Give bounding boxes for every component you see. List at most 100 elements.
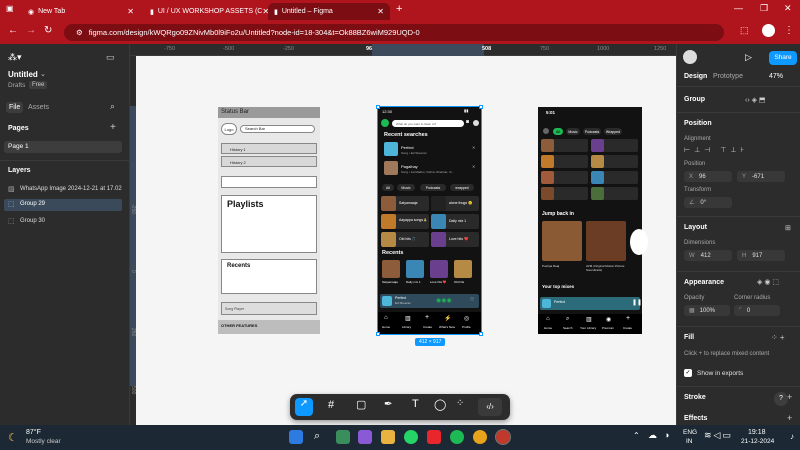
library-icon[interactable]: ▥ [405,315,411,322]
user-avatar[interactable] [683,50,697,64]
notification-bell-icon[interactable]: ♪ [790,432,794,441]
playlist-tile[interactable] [591,187,638,200]
opacity-field[interactable]: ▦ 100% [684,305,730,316]
recent-cover[interactable] [406,260,424,278]
pen-tool-icon[interactable]: ✒ [384,399,392,410]
mini-player[interactable]: Perfect ❚❚ [540,297,642,310]
close-icon[interactable]: ✕ [377,7,384,16]
chrome-icon[interactable] [473,430,487,444]
youtube-icon[interactable] [427,430,441,444]
tab-new-tab[interactable]: ◉ New Tab ✕ [22,3,140,20]
y-field[interactable]: Y -671 [737,171,785,182]
jump-cover[interactable] [542,221,582,261]
selection-actions-icon[interactable]: ‹› ◈ ⬒ [745,96,766,104]
windows-start-icon[interactable] [289,430,303,444]
tab-figma-untitled[interactable]: ▮ Untitled – Figma ✕ [268,3,390,20]
onedrive-icon[interactable]: ◑ [664,430,669,440]
chip-wrapped[interactable]: Wrapped [604,128,622,135]
weather-moon-icon[interactable]: ☾ [8,431,18,444]
copilot-icon[interactable] [358,430,372,444]
x-field[interactable]: X 96 [684,171,732,182]
appearance-actions-icon[interactable]: ◈ ◉ ⬚ [757,278,779,286]
avatar[interactable] [473,120,479,126]
tab-search-icon[interactable]: ▣ [6,4,14,13]
recent-title[interactable]: Pagalhay [401,164,418,169]
profile-icon[interactable]: ◎ [464,315,469,322]
resize-handle[interactable] [479,332,483,336]
playlist-tile[interactable]: Daily mix 1 [431,214,479,229]
selected-phone-frame[interactable]: 12:30 ▮▮ What do you want to listen to? … [377,106,482,335]
auto-layout-icon[interactable]: ⊞ [785,224,791,232]
chip-all[interactable]: All [382,184,394,191]
comment-tool-icon[interactable]: ◯ [434,398,446,411]
wireframe-frame[interactable]: Status Bar Logo Search Bar History 1 His… [218,107,320,334]
chip-wrapped[interactable]: wrapped [450,184,474,191]
figma-menu-icon[interactable]: ⁂▾ [8,52,22,63]
playlist-tile[interactable]: alone thugs 😊 [431,196,479,211]
playlist-tile[interactable] [541,155,588,168]
playlist-tile[interactable]: Aayappa songs🙏 [381,214,429,229]
jump-cover[interactable] [586,221,626,261]
playlist-tile[interactable]: Satyamaaja [381,196,429,211]
selection-type[interactable]: Group [684,96,705,103]
file-title[interactable]: Untitled [8,70,38,79]
text-tool-icon[interactable]: T [412,398,419,410]
file-explorer-icon[interactable] [381,430,395,444]
design-canvas[interactable]: Status Bar Logo Search Bar History 1 His… [136,56,676,425]
playlist-tile[interactable] [541,139,588,152]
add-stroke-icon[interactable]: + [787,392,792,402]
resize-handle[interactable] [376,105,380,109]
bolt-icon[interactable]: ⚡ [444,315,451,322]
whatsapp-icon[interactable] [404,430,418,444]
heart-icon[interactable]: ♡ [470,297,474,303]
zoom-level[interactable]: 47% [769,73,783,80]
new-tab-button[interactable]: + [396,3,402,15]
present-play-icon[interactable]: ▷ [745,52,752,63]
avatar[interactable] [543,128,549,134]
chrome-profile-icon[interactable] [495,429,511,445]
profile-avatar[interactable] [762,24,775,37]
width-field[interactable]: W 412 [684,250,732,261]
create-icon[interactable]: + [626,315,630,322]
playlist-tile[interactable] [541,187,588,200]
panel-toggle-icon[interactable]: ▭ [106,52,115,63]
radius-field[interactable]: ⌜ 0 [734,305,780,316]
clock-time[interactable]: 19:18 [748,429,766,436]
chevron-down-icon[interactable]: ⌄ [40,70,46,78]
wifi-volume-battery-icons[interactable]: ≋◁▭ [704,430,733,441]
layer-item-selected[interactable]: ⬚ Group 29 [4,199,122,211]
resize-handle[interactable] [376,332,380,336]
cloud-icon[interactable]: ☁ [648,430,657,441]
fill-actions-icon[interactable]: ⁘ + [771,333,785,342]
add-effect-icon[interactable]: + [787,413,792,423]
playlist-tile[interactable] [541,171,588,184]
back-arrow-icon[interactable]: ← [8,25,18,36]
phone-search-bar[interactable]: What do you want to listen to? [392,120,464,127]
chip-music[interactable]: Music [566,128,580,135]
widgets-icon[interactable] [336,430,350,444]
player-controls-icon[interactable]: ◉◉◉ [436,297,452,304]
url-bar[interactable]: ⚙ figma.com/design/kWQRgo09ZNivMb0l9iFo2… [64,24,724,41]
recent-cover[interactable] [454,260,472,278]
mini-player[interactable]: Perfect Ed Sheeran ◉◉◉ ♡ [380,294,479,308]
recent-cover[interactable] [430,260,448,278]
home-icon[interactable]: ⌂ [546,316,550,322]
close-icon[interactable]: ✕ [472,164,475,169]
page-item[interactable]: Page 1 [4,141,122,153]
resize-handle[interactable] [479,105,483,109]
close-icon[interactable]: ✕ [472,145,475,150]
reload-icon[interactable]: ↻ [44,25,52,36]
playlist-tile[interactable] [591,139,638,152]
window-close-button[interactable]: ✕ [784,3,792,14]
rotation-field[interactable]: ∠ 0° [684,197,732,208]
chip-podcasts[interactable]: Podcasts [420,184,446,191]
search-icon[interactable]: ⌕ [314,430,320,443]
maximize-button[interactable]: ❐ [760,3,768,14]
playlist-tile[interactable] [591,171,638,184]
share-button[interactable]: Share [769,51,797,65]
show-exports-checkbox[interactable]: ✓ [684,369,692,377]
site-info-icon[interactable]: ⚙ [76,28,83,37]
shape-tool-icon[interactable]: ▢ [356,398,366,411]
tab-prototype[interactable]: Prototype [713,73,743,80]
search-icon[interactable]: ⌕ [566,316,569,323]
